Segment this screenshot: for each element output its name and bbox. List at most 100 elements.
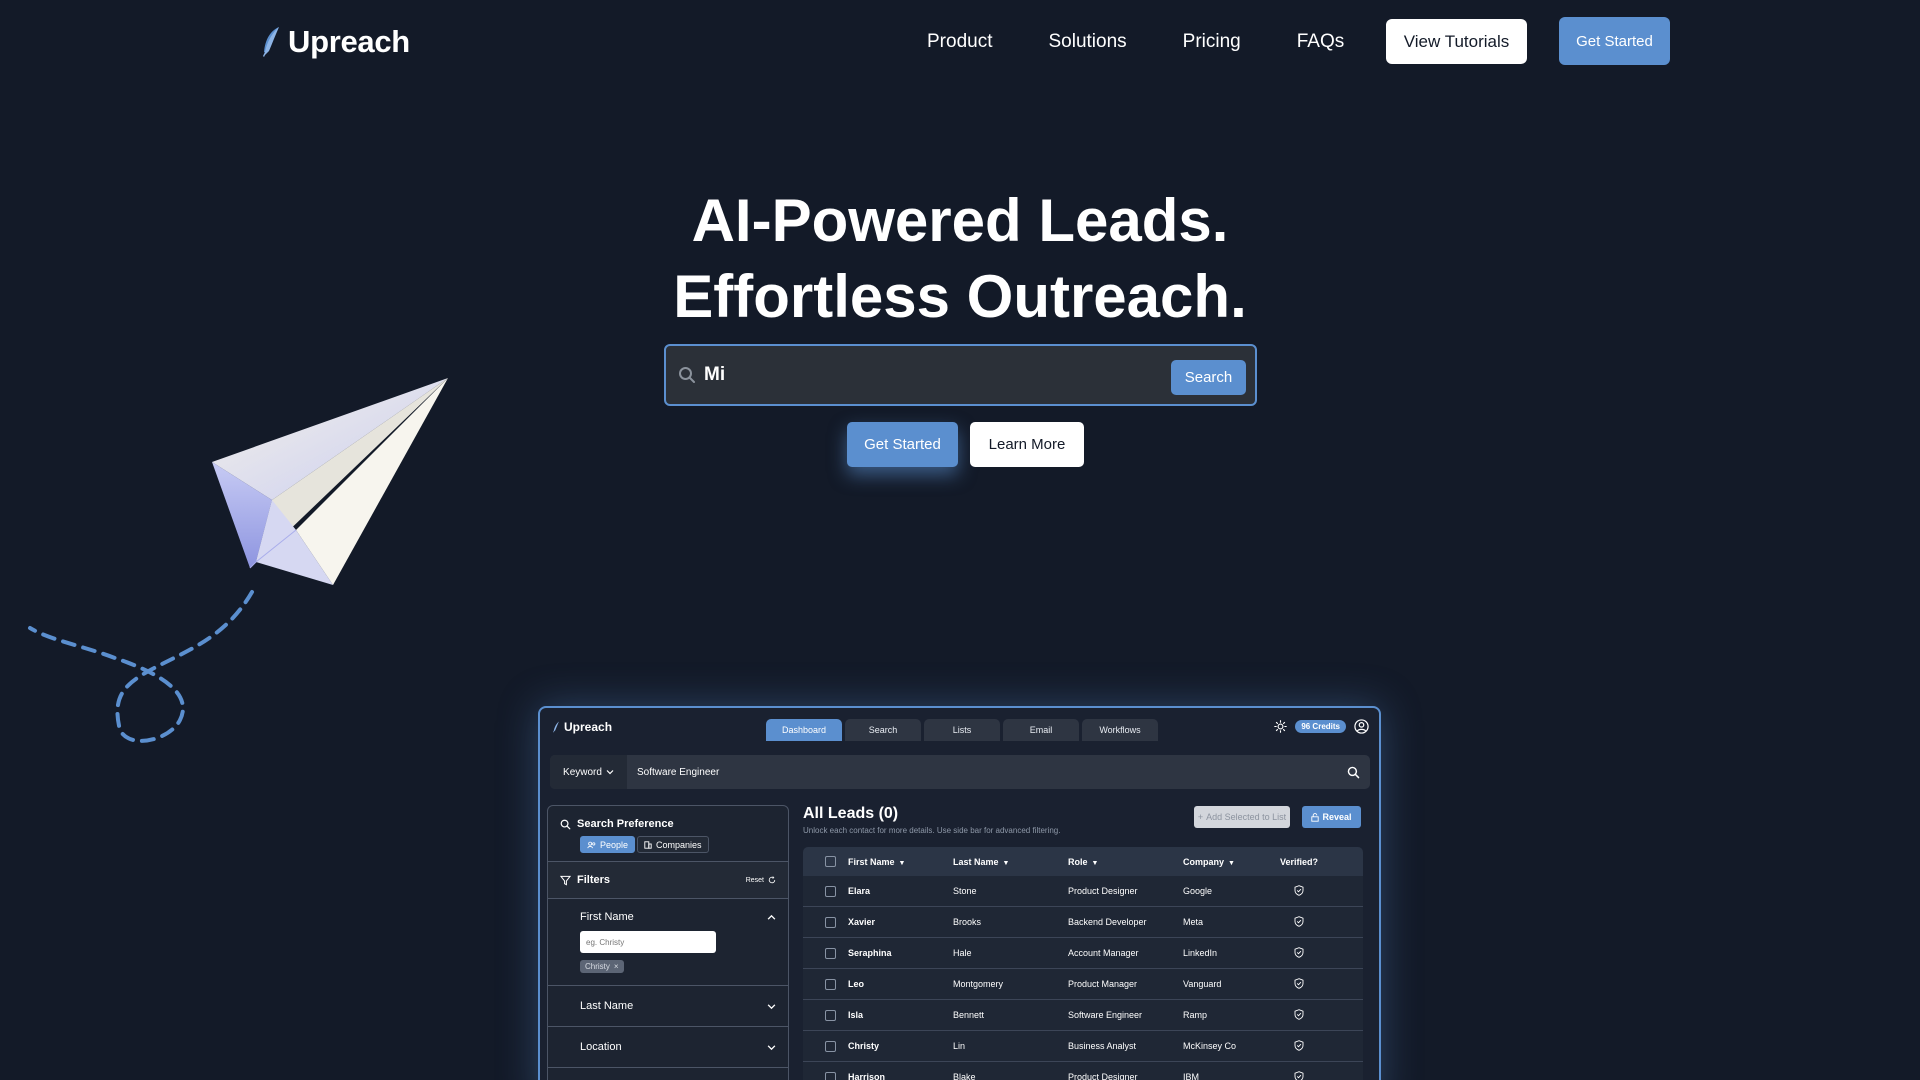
verified-shield-icon — [1280, 1039, 1340, 1053]
search-icon — [679, 367, 695, 383]
hero-learn-more-button[interactable]: Learn More — [970, 422, 1084, 467]
people-companies-toggle: People Companies — [580, 836, 788, 861]
toggle-companies[interactable]: Companies — [637, 836, 709, 853]
add-selected-to-list-button[interactable]: + Add Selected to List — [1194, 806, 1290, 828]
search-icon — [560, 819, 571, 829]
first-name-label: First Name — [580, 911, 634, 923]
sun-icon[interactable] — [1274, 720, 1288, 733]
preview-search-query[interactable]: Software Engineer — [637, 767, 1347, 778]
toggle-people[interactable]: People — [580, 836, 636, 853]
location-filter[interactable]: Location — [548, 1027, 788, 1068]
first-name-header[interactable]: First Name — [548, 899, 788, 931]
credits-badge[interactable]: 96 Credits — [1295, 720, 1346, 733]
add-to-list-label: Add Selected to List — [1206, 812, 1287, 822]
sort-down-icon: ▼ — [1228, 859, 1235, 867]
nav-pricing[interactable]: Pricing — [1183, 31, 1241, 53]
search-icon[interactable] — [1347, 766, 1360, 779]
cell-company: IBM — [1183, 1072, 1200, 1080]
preview-logo: Upreach — [552, 720, 612, 734]
row-checkbox[interactable] — [825, 978, 836, 990]
table-row[interactable]: Seraphina Hale Account Manager LinkedIn — [803, 938, 1363, 969]
verified-shield-icon — [1280, 884, 1340, 898]
col-first-name[interactable]: First Name ▼ — [848, 857, 953, 867]
hero-get-started-button[interactable]: Get Started — [847, 422, 958, 467]
table-row[interactable]: Christy Lin Business Analyst McKinsey Co — [803, 1031, 1363, 1062]
verified-shield-icon — [1280, 1008, 1340, 1022]
hero-search-button[interactable]: Search — [1171, 360, 1246, 395]
chevron-down-icon — [606, 770, 614, 775]
verified-shield-icon — [1280, 915, 1340, 929]
table-row[interactable]: Isla Bennett Software Engineer Ramp — [803, 1000, 1363, 1031]
brand-logo[interactable]: Upreach — [260, 24, 410, 60]
first-name-input[interactable] — [580, 931, 716, 953]
leads-actions: + Add Selected to List Reveal — [1194, 806, 1361, 828]
col-last-name-label: Last Name — [953, 856, 999, 867]
cell-first-name: Leo — [848, 979, 865, 989]
cell-last-name: Lin — [953, 1041, 966, 1051]
chevron-up-icon — [767, 914, 776, 920]
location-label: Location — [580, 1041, 622, 1053]
close-icon[interactable]: × — [614, 962, 619, 971]
toggle-companies-label: Companies — [656, 839, 702, 850]
nav-product[interactable]: Product — [927, 31, 992, 53]
table-body: Elara Stone Product Designer Google Xavi… — [803, 876, 1363, 1080]
brand-name: Upreach — [288, 24, 410, 59]
hero-search-input[interactable] — [704, 364, 1144, 386]
row-checkbox[interactable] — [825, 885, 836, 897]
cell-first-name: Christy — [848, 1041, 880, 1051]
reset-label: Reset — [745, 876, 764, 884]
row-checkbox[interactable] — [825, 1009, 836, 1021]
tab-email[interactable]: Email — [1003, 719, 1079, 741]
first-name-filter: First Name Christy × — [548, 899, 788, 986]
sort-down-icon: ▼ — [898, 859, 906, 867]
filters-header: Filters Reset — [548, 862, 788, 899]
cell-company: Vanguard — [1183, 979, 1222, 989]
tab-dashboard[interactable]: Dashboard — [766, 719, 842, 741]
nav-get-started-button[interactable]: Get Started — [1559, 17, 1670, 65]
tab-workflows[interactable]: Workflows — [1082, 719, 1158, 741]
row-checkbox[interactable] — [825, 1040, 836, 1052]
col-company[interactable]: Company ▼ — [1183, 857, 1280, 867]
cell-first-name: Harrison — [848, 1072, 886, 1080]
col-first-name-label: First Name — [848, 856, 895, 867]
view-tutorials-button[interactable]: View Tutorials — [1386, 19, 1527, 64]
leads-table: First Name ▼ Last Name ▼ Role ▼ Company ▼ Ve… — [803, 847, 1363, 1080]
table-row[interactable]: Elara Stone Product Designer Google — [803, 876, 1363, 907]
reset-filters-button[interactable]: Reset — [746, 876, 776, 884]
user-avatar-icon[interactable] — [1354, 719, 1369, 734]
building-icon — [644, 840, 652, 849]
row-checkbox[interactable] — [825, 1071, 836, 1080]
select-all-checkbox[interactable] — [825, 856, 836, 867]
chevron-down-icon — [767, 1044, 776, 1050]
hero-line-1: AI-Powered Leads. — [691, 187, 1229, 254]
cell-role: Backend Developer — [1068, 917, 1147, 927]
tab-search[interactable]: Search — [845, 719, 921, 741]
filters-title: Filters — [577, 874, 611, 886]
table-row[interactable]: Leo Montgomery Product Manager Vanguard — [803, 969, 1363, 1000]
cell-role: Business Analyst — [1068, 1041, 1137, 1051]
hero-actions: Get Started Learn More — [847, 422, 1084, 467]
table-row[interactable]: Harrison Blake Product Designer IBM — [803, 1062, 1363, 1080]
preview-header-right: 96 Credits — [1274, 719, 1369, 734]
chevron-down-icon — [767, 1003, 776, 1009]
tab-lists[interactable]: Lists — [924, 719, 1000, 741]
verified-shield-icon — [1280, 977, 1340, 991]
col-last-name[interactable]: Last Name ▼ — [953, 857, 1068, 867]
leads-panel: All Leads (0) Unlock each contact for mo… — [803, 805, 1373, 1080]
row-checkbox[interactable] — [825, 916, 836, 928]
preview-tabs: Dashboard Search Lists Email Workflows — [766, 719, 1158, 741]
cell-last-name: Brooks — [953, 917, 982, 927]
cell-last-name: Bennett — [953, 1010, 985, 1020]
keyword-dropdown[interactable]: Keyword — [550, 755, 627, 789]
row-checkbox[interactable] — [825, 947, 836, 959]
filter-chip[interactable]: Christy × — [580, 960, 624, 973]
col-role[interactable]: Role ▼ — [1068, 857, 1183, 867]
last-name-filter[interactable]: Last Name — [548, 986, 788, 1027]
table-row[interactable]: Xavier Brooks Backend Developer Meta — [803, 907, 1363, 938]
col-role-label: Role — [1068, 856, 1088, 867]
filter-icon — [560, 875, 571, 885]
plus-icon: + — [1197, 812, 1204, 822]
nav-faqs[interactable]: FAQs — [1297, 31, 1345, 53]
nav-solutions[interactable]: Solutions — [1048, 31, 1126, 53]
reveal-button[interactable]: Reveal — [1302, 806, 1361, 828]
